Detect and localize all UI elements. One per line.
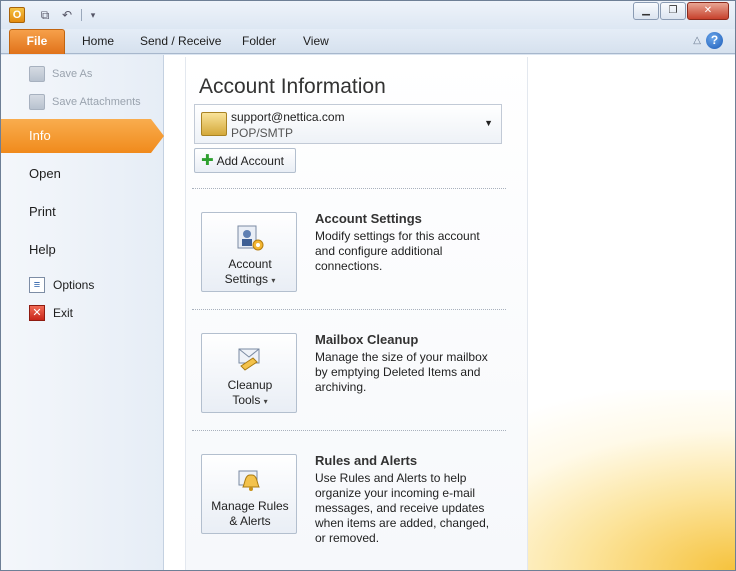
tab-file[interactable]: File [9, 29, 65, 54]
save-as-label: Save As [52, 68, 93, 80]
account-settings-button[interactable]: Account Settings ▾ [201, 212, 297, 292]
send-receive-all-icon[interactable]: ⧉ [37, 7, 53, 23]
customize-qat-icon[interactable]: ▾ [85, 7, 101, 23]
add-account-button[interactable]: ✚ Add Account [194, 148, 296, 173]
caption-buttons: ▁ ❐ ✕ [632, 2, 729, 22]
cleanup-tools-button-label: Cleanup Tools ▾ [227, 378, 273, 407]
manage-rules-alerts-button[interactable]: Manage Rules & Alerts [201, 454, 297, 534]
backstage-main: Account Information support@nettica.com … [165, 55, 735, 570]
minimize-ribbon-icon[interactable]: △ [693, 35, 701, 46]
plus-icon: ✚ [201, 151, 214, 169]
ribbon-tab-bar: File Home Send / Receive Folder View △ ? [1, 29, 735, 54]
save-as-icon [29, 66, 45, 82]
account-settings-title: Account Settings [315, 211, 422, 226]
options-icon: ≡ [29, 277, 45, 293]
rules-alerts-icon [238, 470, 260, 491]
chevron-down-icon: ▼ [484, 118, 493, 128]
qat-separator [81, 9, 82, 21]
section-divider [192, 188, 506, 189]
section-divider [192, 309, 506, 310]
dropdown-caret-icon: ▾ [263, 397, 268, 406]
backstage-sidebar: Save As Save Attachments Info Open Print… [1, 55, 164, 570]
rules-alerts-title: Rules and Alerts [315, 453, 418, 468]
save-attachments-command[interactable]: Save Attachments [29, 93, 141, 111]
outlook-window: O ⧉ ↶ ▾ ▁ ❐ ✕ File Home Send / Receive F… [0, 0, 736, 571]
cleanup-tools-button[interactable]: Cleanup Tools ▾ [201, 333, 297, 413]
tab-view[interactable]: View [303, 29, 329, 54]
outlook-app-icon[interactable]: O [9, 7, 25, 23]
nav-info[interactable]: Info [1, 119, 164, 153]
exit-icon: ✕ [29, 305, 45, 321]
manage-rules-alerts-button-label: Manage Rules & Alerts [211, 499, 289, 528]
mailbox-cleanup-desc: Manage the size of your mailbox by empty… [315, 350, 488, 394]
save-attachments-icon [29, 94, 45, 110]
options-label: Options [53, 278, 95, 292]
options-command[interactable]: ≡ Options [29, 276, 94, 294]
add-account-label: Add Account [216, 153, 284, 168]
mailbox-cleanup-title: Mailbox Cleanup [315, 332, 419, 347]
exit-label: Exit [53, 306, 74, 320]
dropdown-caret-icon: ▾ [271, 276, 276, 285]
nav-open[interactable]: Open [1, 157, 164, 191]
account-settings-icon [237, 225, 264, 251]
rules-alerts-desc: Use Rules and Alerts to help organize yo… [315, 471, 490, 545]
tab-folder[interactable]: Folder [242, 29, 276, 54]
tab-home[interactable]: Home [82, 29, 114, 54]
nav-print[interactable]: Print [1, 195, 164, 229]
account-type: POP/SMTP [231, 126, 294, 140]
save-as-command[interactable]: Save As [29, 65, 92, 83]
account-settings-desc: Modify settings for this account and con… [315, 229, 480, 273]
account-email: support@nettica.com [231, 110, 345, 124]
exit-command[interactable]: ✕ Exit [29, 304, 73, 322]
save-attachments-label: Save Attachments [52, 96, 141, 108]
account-selector[interactable]: support@nettica.com POP/SMTP ▼ [194, 104, 502, 144]
backstage-view: Save As Save Attachments Info Open Print… [1, 55, 735, 570]
account-icon [201, 112, 227, 136]
section-divider [192, 430, 506, 431]
page-title: Account Information [199, 75, 386, 98]
minimize-button[interactable]: ▁ [633, 2, 659, 20]
cleanup-tools-icon [238, 348, 260, 371]
restore-button[interactable]: ❐ [660, 2, 686, 20]
account-settings-button-label: Account Settings ▾ [224, 257, 276, 286]
undo-icon[interactable]: ↶ [59, 7, 75, 23]
help-icon[interactable]: ? [706, 32, 723, 49]
close-button[interactable]: ✕ [687, 2, 729, 20]
title-bar: O ⧉ ↶ ▾ ▁ ❐ ✕ [1, 1, 735, 29]
tab-send-receive[interactable]: Send / Receive [140, 29, 221, 54]
nav-help[interactable]: Help [1, 233, 164, 267]
